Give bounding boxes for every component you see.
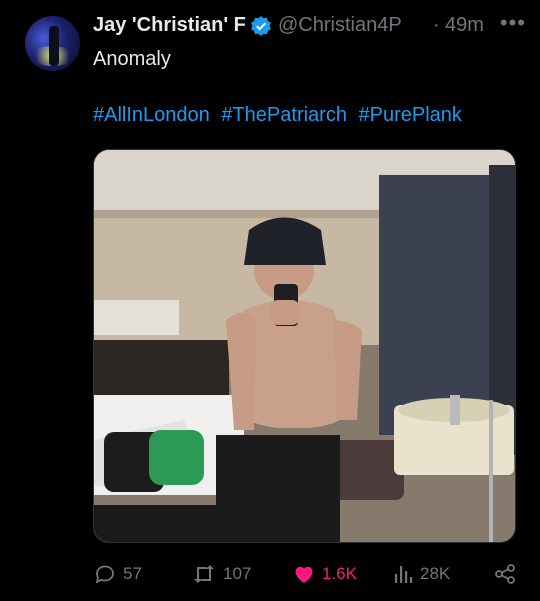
avatar[interactable] [25, 16, 80, 71]
like-count: 1.6K [322, 564, 357, 583]
author-handle[interactable]: @Christian4P [278, 14, 432, 37]
tweet-header: Jay 'Christian' F @Christian4P · 49m ••• [93, 10, 530, 44]
like-button[interactable]: 1.6K [292, 562, 357, 586]
repost-button[interactable]: 107 [191, 562, 251, 586]
hashtag-link[interactable]: #ThePatriarch [221, 104, 347, 126]
avatar-figure [49, 26, 59, 66]
reply-button[interactable]: 57 [93, 562, 142, 586]
more-icon[interactable]: ••• [500, 10, 526, 36]
repost-count: 107 [223, 564, 252, 583]
repost-icon [194, 565, 214, 583]
tweet-text: Anomaly [93, 48, 171, 70]
action-bar: 57 107 1.6K 28K [93, 556, 522, 592]
hashtag-row: #AllInLondon #ThePatriarch #PurePlank [93, 104, 468, 127]
reply-icon [95, 565, 114, 584]
tweet-photo[interactable] [93, 149, 516, 543]
timestamp[interactable]: 49m [445, 14, 484, 37]
heart-icon [295, 566, 313, 583]
views-button[interactable]: 28K [392, 562, 450, 586]
verified-icon [251, 16, 271, 36]
reply-count: 57 [123, 564, 142, 583]
share-icon [495, 564, 515, 584]
views-icon [395, 566, 413, 583]
author-name[interactable]: Jay 'Christian' F [93, 14, 248, 37]
hashtag-link[interactable]: #PurePlank [359, 104, 462, 126]
share-button[interactable] [493, 562, 517, 586]
photo-illustration [94, 150, 515, 542]
hashtag-link[interactable]: #AllInLondon [93, 104, 210, 126]
header-separator: · [433, 14, 440, 36]
views-count: 28K [420, 564, 451, 583]
